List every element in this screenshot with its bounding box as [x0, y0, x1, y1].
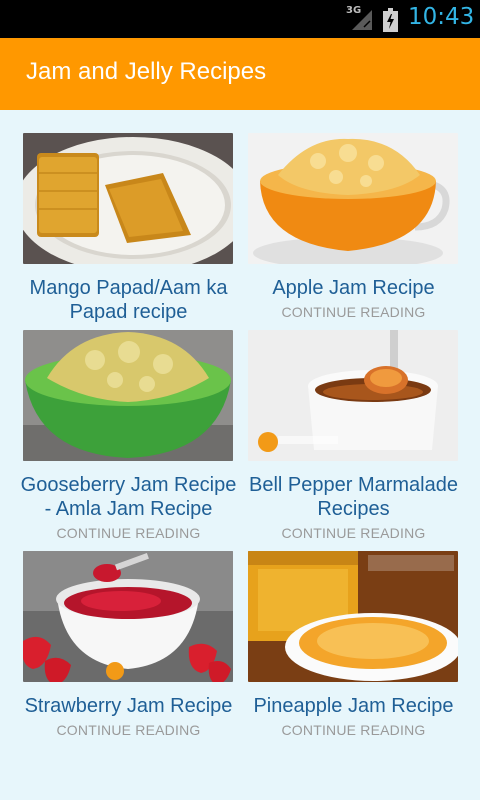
- status-time: 10:43: [408, 4, 475, 30]
- recipe-card-pineapple-jam[interactable]: Pineapple Jam Recipe CONTINUE READING: [241, 551, 466, 746]
- recipe-card-mango-papad[interactable]: Mango Papad/Aam ka Papad recipe: [16, 133, 241, 323]
- recipe-image-pineapple-jam[interactable]: [248, 551, 458, 682]
- recipe-title[interactable]: Strawberry Jam Recipe: [16, 694, 241, 718]
- bell-pepper-marmalade-photo: [248, 330, 458, 461]
- gooseberry-jam-photo: [23, 330, 233, 461]
- recipe-title[interactable]: Apple Jam Recipe: [241, 276, 466, 300]
- pineapple-jam-photo: [248, 551, 458, 682]
- continue-reading-link[interactable]: CONTINUE READING: [241, 525, 466, 541]
- continue-reading-link[interactable]: CONTINUE READING: [16, 722, 241, 738]
- recipe-card-strawberry-jam[interactable]: Strawberry Jam Recipe CONTINUE READING: [16, 551, 241, 746]
- continue-reading-link[interactable]: CONTINUE READING: [16, 525, 241, 541]
- mango-papad-photo: [23, 133, 233, 264]
- recipe-title[interactable]: Pineapple Jam Recipe: [241, 694, 466, 718]
- recipe-card-apple-jam[interactable]: Apple Jam Recipe CONTINUE READING: [241, 133, 466, 323]
- recipe-title[interactable]: Mango Papad/Aam ka Papad recipe: [16, 276, 241, 324]
- status-bar: 3G 10:43: [0, 0, 480, 38]
- signal-icon: [352, 10, 372, 30]
- app-title: Jam and Jelly Recipes: [26, 58, 267, 85]
- app-bar: Jam and Jelly Recipes: [0, 38, 480, 110]
- recipe-image-apple-jam[interactable]: [248, 133, 458, 264]
- recipe-image-bell-pepper-marmalade[interactable]: [248, 330, 458, 461]
- apple-jam-photo: [248, 133, 458, 264]
- recipe-image-strawberry-jam[interactable]: [23, 551, 233, 682]
- recipe-title[interactable]: Bell Pepper Marmalade Recipes: [241, 473, 466, 521]
- recipe-image-gooseberry-jam[interactable]: [23, 330, 233, 461]
- recipe-title[interactable]: Gooseberry Jam Recipe - Amla Jam Recipe: [16, 473, 241, 521]
- recipe-image-mango-papad[interactable]: [23, 133, 233, 264]
- battery-charging-icon: [383, 8, 398, 32]
- continue-reading-link[interactable]: CONTINUE READING: [241, 722, 466, 738]
- strawberry-jam-photo: [23, 551, 233, 682]
- recipe-card-bell-pepper-marmalade[interactable]: Bell Pepper Marmalade Recipes CONTINUE R…: [241, 330, 466, 545]
- continue-reading-link[interactable]: CONTINUE READING: [241, 304, 466, 320]
- recipe-card-gooseberry-jam[interactable]: Gooseberry Jam Recipe - Amla Jam Recipe …: [16, 330, 241, 545]
